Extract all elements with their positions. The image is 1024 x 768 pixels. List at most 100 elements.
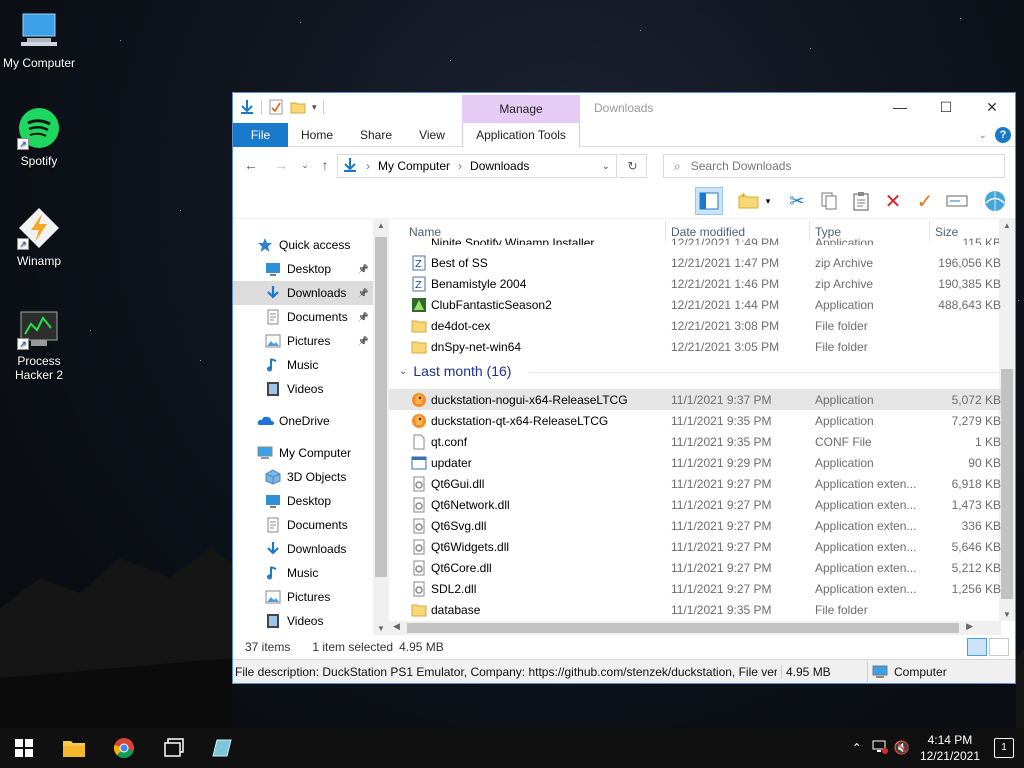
scroll-up-icon[interactable]: ▲ [1003,221,1011,230]
group-header-last-month[interactable]: ⌄ Last month (16) [399,363,511,379]
manage-contextual-tab[interactable]: Manage [462,95,580,123]
sidebar-item-videos[interactable]: Videos [233,609,373,633]
scroll-up-icon[interactable]: ▲ [377,221,385,230]
table-row[interactable]: duckstation-nogui-x64-ReleaseLTCG 11/1/20… [389,389,1001,410]
taskbar-app[interactable] [210,736,234,760]
open-with-button[interactable] [981,187,1009,215]
paste-button[interactable] [847,187,875,215]
table-row[interactable]: Z Best of SS 12/21/2021 1:47 PM zip Archive… [389,252,1001,273]
pin-icon[interactable]: 📌 [358,336,369,347]
tab-home[interactable]: Home [295,123,339,147]
table-row[interactable]: de4dot-cex 12/21/2021 3:08 PM File folder [389,315,1001,336]
new-folder-button[interactable]: ✶ [735,187,763,215]
expand-ribbon-icon[interactable]: ⌄ [979,130,987,141]
large-icons-view-button[interactable] [989,638,1009,656]
pin-icon[interactable]: 📌 [358,264,369,275]
refresh-button[interactable]: ↻ [619,154,647,178]
tab-application-tools[interactable]: Application Tools [462,123,580,147]
table-row[interactable]: duckstation-qt-x64-ReleaseLTCG 11/1/2021 … [389,410,1001,431]
table-row[interactable]: database 11/1/2021 9:35 PM File folder [389,599,1001,620]
rename-check-button[interactable]: ✓ [911,187,939,215]
pin-icon[interactable]: 📌 [358,288,369,299]
scrollbar-thumb[interactable] [1001,369,1013,599]
minimize-button[interactable]: — [877,93,923,121]
new-folder-icon[interactable] [290,99,306,115]
sidebar-item-pictures[interactable]: Pictures [233,585,373,609]
sidebar-item-downloads[interactable]: Downloads [233,537,373,561]
tab-share[interactable]: Share [353,123,399,147]
sidebar-item-3d-objects[interactable]: 3D Objects [233,465,373,489]
up-button[interactable]: ↑ [315,157,335,173]
table-row[interactable]: updater 11/1/2021 9:29 PM Application 90 KB [389,452,1001,473]
cut-button[interactable]: ✂ [783,187,811,215]
desktop-icon-process-hacker[interactable]: ↗ Process Hacker 2 [0,306,78,382]
details-view-button[interactable] [967,638,987,656]
navigation-pane-button[interactable] [695,187,723,215]
tab-file[interactable]: File [233,123,288,147]
breadcrumb-my-computer[interactable]: My Computer [378,159,450,173]
sidebar-item-videos[interactable]: Videos [233,377,373,401]
taskbar-task-view[interactable] [162,736,186,760]
scrollbar-thumb[interactable] [407,623,959,633]
table-row[interactable]: Qt6Network.dll 11/1/2021 9:27 PM Applicati… [389,494,1001,515]
network-icon[interactable] [872,740,888,757]
rename-button[interactable] [943,187,971,215]
table-row[interactable]: SDL2.dll 11/1/2021 9:27 PM Application ext… [389,578,1001,599]
scroll-right-icon[interactable]: ▶ [966,621,973,632]
show-hidden-icons-icon[interactable]: ⌃ [852,741,862,755]
scroll-left-icon[interactable]: ◀ [393,621,400,632]
breadcrumb-downloads[interactable]: Downloads [470,159,529,173]
notifications-button[interactable]: 1 [994,738,1014,758]
customize-dropdown-icon[interactable]: ▾ [312,102,317,113]
table-row[interactable]: Qt6Widgets.dll 11/1/2021 9:27 PM Applicati… [389,536,1001,557]
table-row[interactable]: ClubFantasticSeason2 12/21/2021 1:44 PM Ap… [389,294,1001,315]
desktop-icon-my-computer[interactable]: My Computer [0,8,78,70]
tab-view[interactable]: View [411,123,453,147]
properties-icon[interactable] [268,99,284,115]
file-list-vertical-scrollbar[interactable]: ▲ ▼ [999,219,1015,621]
close-button[interactable]: ✕ [969,93,1015,121]
desktop-icon-winamp[interactable]: ↗ Winamp [0,206,78,268]
address-bar[interactable]: › My Computer › Downloads ⌄ [337,154,617,178]
start-button[interactable] [12,736,36,760]
address-dropdown-icon[interactable]: ⌄ [602,161,610,172]
table-row[interactable]: Z Benamistyle 2004 12/21/2021 1:46 PM zip A… [389,273,1001,294]
sidebar-item-documents[interactable]: Documents 📌 [233,305,373,329]
table-row[interactable]: qt.conf 11/1/2021 9:35 PM CONF File 1 KB [389,431,1001,452]
layout-dropdown-icon[interactable]: ▾ [761,187,775,215]
search-box[interactable]: ⌕ Search Downloads [663,154,1005,178]
table-row[interactable]: Ninite Spotify Winamp Installer 12/21/20… [389,235,1001,245]
back-button[interactable]: ← [241,157,261,173]
clock[interactable]: 4:14 PM 12/21/2021 [920,732,980,764]
desktop-icon-spotify[interactable]: ↗ Spotify [0,106,78,168]
forward-button[interactable]: → [271,157,291,173]
taskbar-file-explorer[interactable] [62,736,86,760]
sidebar-item-downloads[interactable]: Downloads 📌 [233,281,373,305]
maximize-button[interactable]: ☐ [923,93,969,121]
table-row[interactable]: Qt6Core.dll 11/1/2021 9:27 PM Application … [389,557,1001,578]
copy-button[interactable] [815,187,843,215]
volume-muted-icon[interactable]: 🔇 [894,740,910,756]
help-icon[interactable]: ? [995,127,1011,143]
sidebar-item-music[interactable]: Music [233,353,373,377]
sidebar-item-desktop[interactable]: Desktop 📌 [233,257,373,281]
scroll-down-icon[interactable]: ▼ [1003,610,1011,619]
navigation-pane-scrollbar[interactable]: ▲ ▼ [373,219,389,635]
file-list-horizontal-scrollbar[interactable]: ◀ ▶ [389,621,1001,635]
sidebar-item-pictures[interactable]: Pictures 📌 [233,329,373,353]
taskbar-chrome[interactable] [112,736,136,760]
table-row[interactable]: Qt6Svg.dll 11/1/2021 9:27 PM Application e… [389,515,1001,536]
scrollbar-thumb[interactable] [375,237,387,577]
sidebar-item-music[interactable]: Music [233,561,373,585]
sidebar-item-onedrive[interactable]: OneDrive [233,409,373,433]
scroll-down-icon[interactable]: ▼ [377,624,385,633]
sidebar-item-my-computer[interactable]: My Computer [233,441,373,465]
recent-locations-icon[interactable]: ⌄ [295,157,315,173]
sidebar-item-quick-access[interactable]: Quick access [233,233,373,257]
sidebar-item-desktop[interactable]: Desktop [233,489,373,513]
table-row[interactable]: Qt6Gui.dll 11/1/2021 9:27 PM Application e… [389,473,1001,494]
sidebar-item-documents[interactable]: Documents [233,513,373,537]
table-row[interactable]: dnSpy-net-win64 12/21/2021 3:05 PM File fo… [389,336,1001,357]
download-arrow-icon[interactable] [239,99,255,115]
pin-icon[interactable]: 📌 [358,312,369,323]
